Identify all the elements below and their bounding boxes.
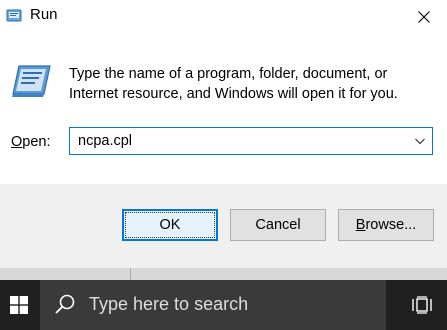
open-combobox[interactable]: ncpa.cpl [69,127,433,155]
open-label-text: pen: [22,134,51,150]
open-input[interactable]: ncpa.cpl [78,133,132,149]
task-view-icon [412,296,432,314]
window-title: Run [30,6,58,23]
close-icon [418,11,430,23]
run-app-icon [6,9,22,22]
close-button[interactable] [401,0,447,34]
background-window-strip [0,268,447,280]
divider [130,268,131,280]
title-bar[interactable]: Run [0,0,447,34]
dialog-description: Type the name of a program, folder, docu… [69,66,398,102]
browse-button[interactable]: Browse... [338,209,434,241]
run-icon [12,65,51,97]
chevron-down-icon[interactable] [414,135,426,147]
task-view-button[interactable] [397,280,447,330]
dialog-content: Type the name of a program, folder, docu… [0,34,447,184]
browse-button-label: rowse... [365,217,417,233]
windows-logo-icon [10,296,28,314]
search-placeholder: Type here to search [89,294,249,314]
search-icon [55,294,75,314]
browse-accelerator: B [355,217,366,233]
cancel-button-label: Cancel [255,217,301,233]
open-label: Open: [11,134,51,150]
open-label-accelerator: O [11,134,23,150]
cancel-button[interactable]: Cancel [230,209,326,241]
run-dialog: Run Type the name of a program, folder, … [0,0,447,268]
start-button[interactable] [0,280,38,330]
ok-button-label: OK [159,217,181,233]
taskbar-search-box[interactable]: Type here to search [40,280,386,330]
taskbar: Type here to search [0,280,447,330]
button-bar: OK Cancel Browse... [0,184,447,268]
ok-button[interactable]: OK [122,209,218,241]
